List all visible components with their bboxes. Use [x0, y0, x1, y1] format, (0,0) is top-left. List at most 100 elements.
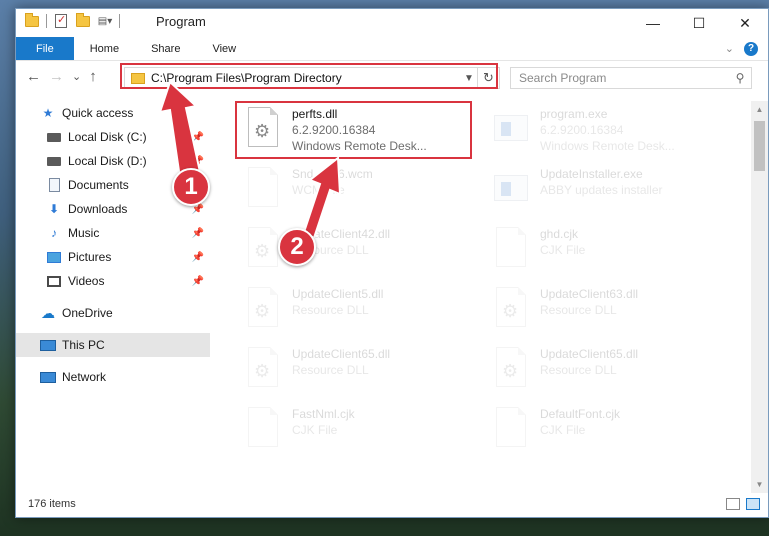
file-name: UpdateClient65.dll [292, 347, 391, 361]
search-box[interactable]: ⚲ [510, 67, 752, 89]
forward-arrow-icon[interactable]: → [49, 68, 64, 85]
file-item[interactable]: ⚙ perfts.dll 6.2.9200.16384 Windows Remo… [238, 103, 478, 161]
navigation-pane: ★ Quick access Local Disk (C:) 📌 Local D… [16, 101, 210, 491]
file-item[interactable]: ⚙ UpdateClient42.dll Resource DLL [238, 223, 478, 281]
chevron-down-icon[interactable]: ▼ [461, 73, 477, 84]
file-item[interactable]: UpdateInstaller.exe ABBY updates install… [486, 163, 726, 221]
file-type: Resource DLL [540, 363, 617, 377]
pin-icon[interactable]: 📌 [192, 276, 204, 287]
file-item[interactable]: ghd.cjk CJK File [486, 223, 726, 281]
tab-file[interactable]: File [16, 37, 74, 60]
properties-icon[interactable] [53, 13, 69, 29]
file-description: Windows Remote Desk... [292, 139, 427, 153]
window-controls: — ☐ ✕ [630, 9, 768, 37]
sidebar-item-local-disk-c[interactable]: Local Disk (C:) 📌 [16, 125, 210, 149]
music-icon: ♪ [51, 226, 57, 240]
maximize-button[interactable]: ☐ [676, 9, 722, 37]
address-bar[interactable]: C:\Program Files\Program Directory ▼ ↻ [124, 67, 500, 89]
file-icon [244, 167, 282, 211]
sidebar-item-pictures[interactable]: Pictures 📌 [16, 245, 210, 269]
file-type: CJK File [292, 423, 338, 437]
sidebar-item-this-pc[interactable]: This PC [16, 333, 210, 357]
folder-icon [24, 12, 40, 29]
sidebar-item-label: OneDrive [62, 306, 113, 320]
file-name: UpdateClient63.dll [540, 287, 639, 301]
file-item[interactable]: ⚙ UpdateClient5.dll Resource DLL [238, 283, 478, 341]
dll-file-icon: ⚙ [244, 287, 282, 331]
sidebar-item-label: Music [68, 226, 100, 240]
view-buttons [726, 498, 760, 510]
search-icon[interactable]: ⚲ [729, 71, 751, 85]
pin-icon[interactable]: 📌 [192, 252, 204, 263]
disk-icon [46, 129, 62, 145]
ribbon-right: ⌄ ? [725, 37, 768, 60]
file-type: CJK File [540, 243, 586, 257]
sidebar-item-label: Local Disk (D:) [68, 154, 147, 168]
back-arrow-icon[interactable]: ← [26, 68, 41, 85]
sidebar-item-onedrive[interactable]: ☁ OneDrive [16, 301, 210, 325]
status-bar: 176 items [16, 491, 768, 517]
close-button[interactable]: ✕ [722, 9, 768, 37]
disk-icon [46, 153, 62, 169]
documents-icon [46, 177, 62, 193]
tab-home[interactable]: Home [74, 37, 135, 60]
sidebar-item-network[interactable]: Network [16, 365, 210, 389]
callout-2: 2 [278, 228, 316, 266]
file-item[interactable]: ⚙ UpdateClient65.dll Resource DLL [238, 343, 478, 401]
videos-icon [46, 273, 62, 289]
window-title: Program [156, 14, 206, 29]
scroll-up-icon[interactable]: ▲ [751, 101, 768, 118]
search-input[interactable] [519, 71, 729, 85]
customize-toolbar-icon[interactable]: ▤▾ [97, 13, 113, 29]
sidebar-item-music[interactable]: ♪ Music 📌 [16, 221, 210, 245]
file-type: Resource DLL [292, 363, 369, 377]
help-icon[interactable]: ? [744, 41, 758, 56]
file-item[interactable]: program.exe 6.2.9200.16384 Windows Remot… [486, 103, 726, 161]
file-item[interactable]: FastNml.cjk CJK File [238, 403, 478, 461]
sidebar-item-label: This PC [62, 338, 105, 352]
vertical-scrollbar[interactable]: ▲ ▼ [751, 101, 768, 493]
file-icon [492, 227, 530, 271]
file-description: Windows Remote Desk... [540, 139, 675, 153]
computer-icon [40, 337, 56, 353]
file-name: UpdateInstaller.exe [540, 167, 643, 181]
sidebar-item-quick-access[interactable]: ★ Quick access [16, 101, 210, 125]
sidebar-item-videos[interactable]: Videos 📌 [16, 269, 210, 293]
divider [119, 14, 120, 28]
address-path[interactable]: C:\Program Files\Program Directory [151, 71, 461, 85]
sidebar-item-label: Downloads [68, 202, 128, 216]
file-version: 6.2.9200.16384 [292, 123, 376, 137]
folder-icon [131, 72, 145, 84]
tab-share[interactable]: Share [135, 37, 196, 60]
file-name: program.exe [540, 107, 608, 121]
download-icon: ⬇ [48, 202, 60, 216]
file-name: Snd...P16.wcm [292, 167, 373, 181]
file-name: ghd.cjk [540, 227, 579, 241]
refresh-icon[interactable]: ↻ [477, 68, 499, 88]
file-list: ⚙ perfts.dll 6.2.9200.16384 Windows Remo… [216, 101, 746, 491]
tiles-view-icon[interactable] [746, 498, 760, 510]
new-folder-icon[interactable] [75, 12, 91, 29]
recent-locations-icon[interactable]: ⌄ [72, 70, 81, 83]
file-item[interactable]: DefaultFont.cjk CJK File [486, 403, 726, 461]
quick-access-toolbar: ▤▾ [24, 12, 120, 29]
pin-icon[interactable]: 📌 [192, 228, 204, 239]
details-view-icon[interactable] [726, 498, 740, 510]
cloud-icon: ☁ [41, 304, 55, 321]
minimize-button[interactable]: — [630, 9, 676, 37]
file-item[interactable]: Snd...P16.wcm WCM File [238, 163, 478, 221]
scroll-thumb[interactable] [754, 121, 765, 171]
exe-file-icon [492, 107, 530, 151]
file-name: perfts.dll [292, 107, 338, 121]
chevron-down-icon[interactable]: ⌄ [725, 42, 734, 55]
tab-view[interactable]: View [196, 37, 252, 60]
pin-icon[interactable]: 📌 [192, 132, 204, 143]
up-arrow-icon[interactable]: ↑ [89, 68, 97, 85]
file-type: ABBY updates installer [540, 183, 663, 197]
file-item[interactable]: ⚙ UpdateClient65.dll Resource DLL [486, 343, 726, 401]
file-type: Resource DLL [540, 303, 617, 317]
file-item[interactable]: ⚙ UpdateClient63.dll Resource DLL [486, 283, 726, 341]
star-icon: ★ [42, 106, 54, 120]
pin-icon[interactable]: 📌 [192, 156, 204, 167]
explorer-window: ▤▾ Program — ☐ ✕ File Home Share View ⌄ … [15, 8, 769, 518]
